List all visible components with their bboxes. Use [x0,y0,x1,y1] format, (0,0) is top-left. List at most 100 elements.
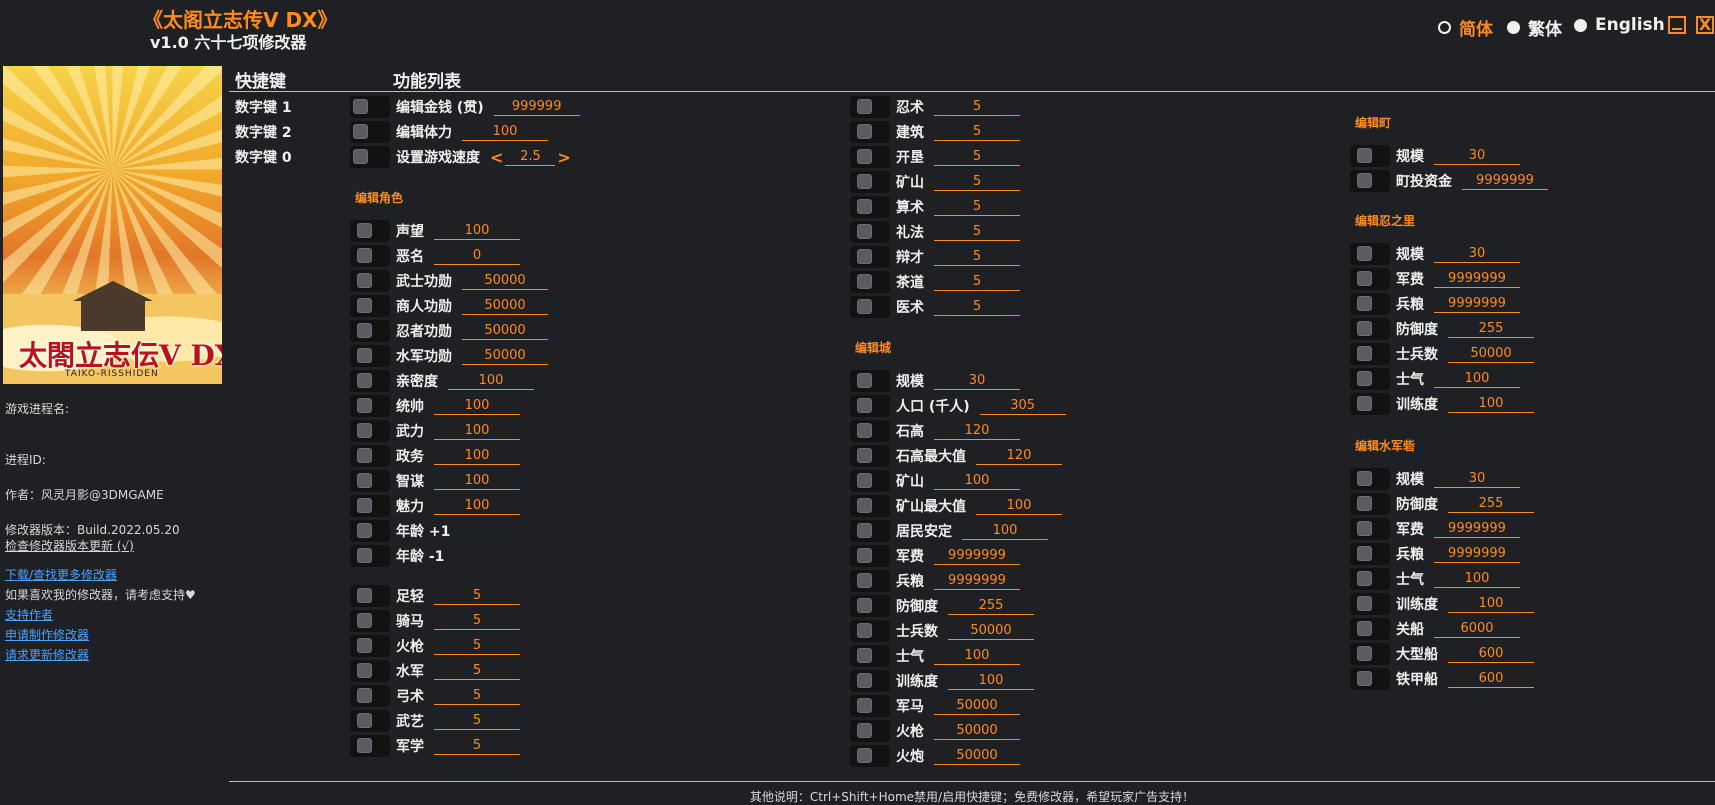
toggle-switch[interactable] [850,196,890,218]
option-value-input[interactable]: 600 [1448,646,1534,663]
option-value-input[interactable]: 5 [934,174,1020,191]
toggle-switch[interactable] [350,121,390,143]
option-value-input[interactable]: 100 [1434,571,1520,588]
toggle-switch[interactable] [350,610,390,632]
option-value-input[interactable]: 5 [934,249,1020,266]
toggle-switch[interactable] [850,395,890,417]
toggle-switch[interactable] [850,495,890,517]
toggle-switch[interactable] [350,370,390,392]
option-value-input[interactable]: 255 [1448,496,1534,513]
toggle-switch[interactable] [850,271,890,293]
toggle-switch[interactable] [1350,668,1390,690]
toggle-switch[interactable] [350,420,390,442]
toggle-switch[interactable] [850,595,890,617]
toggle-switch[interactable] [1350,268,1390,290]
option-value-input[interactable]: 100 [1448,396,1534,413]
option-value-input[interactable]: 5 [434,613,520,630]
toggle-switch[interactable] [350,295,390,317]
toggle-switch[interactable] [350,220,390,242]
option-value-input[interactable]: 6000 [1434,621,1520,638]
request-trainer-link[interactable]: 申请制作修改器 [5,626,89,643]
toggle-switch[interactable] [350,710,390,732]
support-author-link[interactable]: 支持作者 [5,606,53,623]
lang-traditional[interactable]: 繁体 [1507,15,1562,40]
option-value-input[interactable]: 0 [434,248,520,265]
option-value-input[interactable]: 305 [979,398,1066,415]
toggle-switch[interactable] [1350,518,1390,540]
toggle-switch[interactable] [850,445,890,467]
toggle-switch[interactable] [850,520,890,542]
option-value-input[interactable]: 5 [434,688,520,705]
option-value-input[interactable]: 100 [462,124,548,141]
toggle-switch[interactable] [850,370,890,392]
option-value-input[interactable]: 100 [934,648,1020,665]
option-value-input[interactable]: 5 [934,99,1020,116]
option-value-input[interactable]: 100 [434,398,520,415]
toggle-switch[interactable] [350,660,390,682]
option-value-input[interactable]: 100 [948,673,1034,690]
toggle-switch[interactable] [1350,243,1390,265]
option-value-input[interactable]: 9999999 [1434,271,1520,288]
option-value-input[interactable]: 9999999 [1434,296,1520,313]
toggle-switch[interactable] [850,695,890,717]
option-value-input[interactable]: 120 [976,448,1062,465]
minimize-button[interactable] [1668,16,1686,34]
toggle-switch[interactable] [850,670,890,692]
option-value-input[interactable]: 100 [434,423,520,440]
toggle-switch[interactable] [350,685,390,707]
toggle-switch[interactable] [1350,170,1390,192]
toggle-switch[interactable] [350,735,390,757]
toggle-switch[interactable] [850,420,890,442]
toggle-switch[interactable] [850,121,890,143]
option-value-input[interactable]: 5 [934,274,1020,291]
toggle-switch[interactable] [350,495,390,517]
option-value-input[interactable]: 50000 [462,323,548,340]
toggle-switch[interactable] [350,395,390,417]
option-value-input[interactable]: 50000 [1448,346,1534,363]
option-value-input[interactable]: 5 [434,588,520,605]
option-value-input[interactable]: 9999999 [934,548,1020,565]
option-value-input[interactable]: 30 [1434,471,1520,488]
option-value-input[interactable]: 9999999 [934,573,1020,590]
option-value-input[interactable]: 100 [1448,596,1534,613]
toggle-switch[interactable] [350,520,390,542]
toggle-switch[interactable] [850,645,890,667]
download-more-link[interactable]: 下载/查找更多修改器 [5,566,117,583]
option-value-input[interactable]: 999999 [493,99,580,116]
toggle-switch[interactable] [350,96,390,118]
speed-value-input[interactable]: 2.5 [505,149,556,166]
option-value-input[interactable]: 100 [976,498,1062,515]
close-button[interactable]: X [1696,16,1714,34]
toggle-switch[interactable] [850,570,890,592]
toggle-switch[interactable] [1350,543,1390,565]
option-value-input[interactable]: 5 [434,638,520,655]
option-value-input[interactable]: 30 [1434,246,1520,263]
toggle-switch[interactable] [1350,593,1390,615]
check-update-link[interactable]: 检查修改器版本更新 (√) [5,537,134,554]
toggle-switch[interactable] [350,320,390,342]
toggle-switch[interactable] [350,345,390,367]
toggle-switch[interactable] [850,745,890,767]
option-value-input[interactable]: 50000 [462,273,548,290]
speed-decrease-button[interactable]: < [490,148,503,167]
option-value-input[interactable]: 255 [948,598,1034,615]
option-value-input[interactable]: 100 [434,473,520,490]
option-value-input[interactable]: 100 [434,223,520,240]
option-value-input[interactable]: 50000 [462,298,548,315]
toggle-switch[interactable] [350,585,390,607]
toggle-switch[interactable] [1350,318,1390,340]
speed-increase-button[interactable]: > [557,148,570,167]
toggle-switch[interactable] [1350,145,1390,167]
toggle-switch[interactable] [1350,343,1390,365]
toggle-switch[interactable] [850,246,890,268]
toggle-switch[interactable] [350,635,390,657]
toggle-switch[interactable] [1350,618,1390,640]
option-value-input[interactable]: 5 [934,124,1020,141]
option-value-input[interactable]: 100 [1434,371,1520,388]
option-value-input[interactable]: 600 [1448,671,1534,688]
toggle-switch[interactable] [350,146,390,168]
toggle-switch[interactable] [850,146,890,168]
option-value-input[interactable]: 120 [934,423,1020,440]
option-value-input[interactable]: 50000 [934,698,1020,715]
option-value-input[interactable]: 100 [434,498,520,515]
